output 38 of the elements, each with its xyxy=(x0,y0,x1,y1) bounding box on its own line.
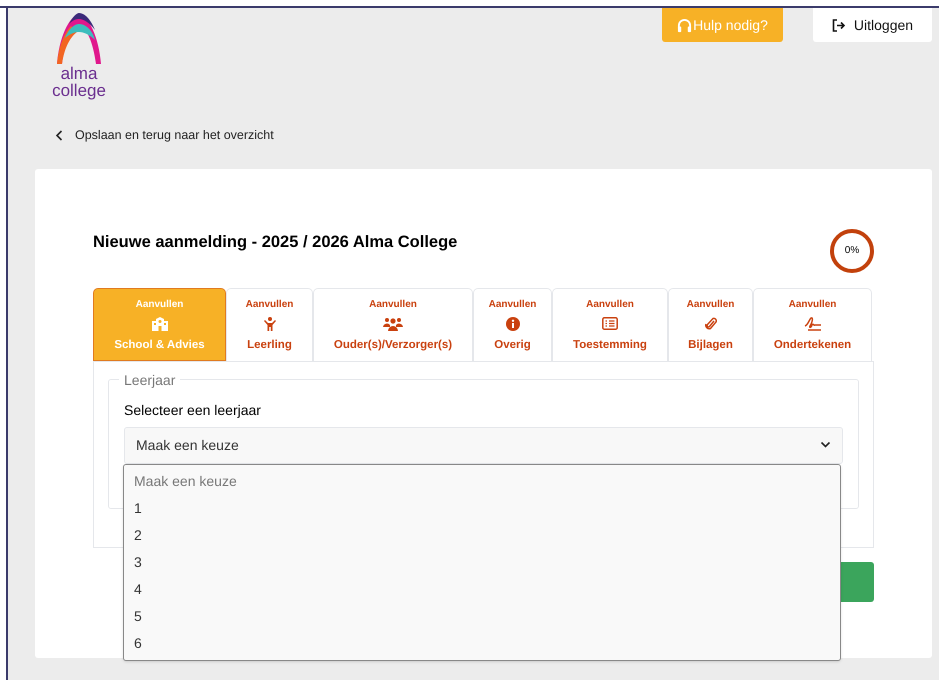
headphones-icon xyxy=(677,18,692,32)
step-tab[interactable]: Aanvullen Ondertekenen xyxy=(753,288,872,361)
progress-percentage: 0% xyxy=(844,244,860,258)
step-tab[interactable]: Aanvullen Leerling xyxy=(226,288,313,361)
logo-text: alma xyxy=(60,66,98,82)
dropdown-option[interactable]: 6 xyxy=(124,630,840,657)
step-status: Aanvullen xyxy=(369,298,417,311)
step-status: Aanvullen xyxy=(586,298,634,311)
step-tab[interactable]: Aanvullen Ouder(s)/Verzorger(s) xyxy=(313,288,473,361)
dropdown-option[interactable]: 4 xyxy=(124,576,840,603)
logout-button[interactable]: Uitloggen xyxy=(813,8,932,42)
dropdown-option[interactable]: 5 xyxy=(124,602,840,630)
dropdown-option[interactable]: 2 xyxy=(124,522,840,549)
dropdown-option[interactable]: 1 xyxy=(124,494,840,522)
step-tab[interactable]: Aanvullen Toestemming xyxy=(552,288,668,361)
people-icon xyxy=(383,316,403,331)
step-status: Aanvullen xyxy=(136,298,184,311)
info-icon xyxy=(506,316,520,331)
form-title: Nieuwe aanmelding - 2025 / 2026 Alma College xyxy=(93,232,458,253)
step-status: Aanvullen xyxy=(686,298,734,311)
dropdown-option[interactable]: 3 xyxy=(124,548,840,576)
chevron-left-icon xyxy=(55,130,63,141)
chevron-down-icon xyxy=(820,441,831,450)
step-status: Aanvullen xyxy=(246,298,294,311)
list-icon xyxy=(602,317,618,330)
step-tab[interactable]: Aanvullen Bijlagen xyxy=(668,288,753,361)
logo-text: college xyxy=(52,82,106,99)
step-status: Aanvullen xyxy=(488,298,536,311)
logout-icon xyxy=(832,18,846,32)
school-icon xyxy=(150,316,168,331)
step-status: Aanvullen xyxy=(788,298,836,311)
person-icon xyxy=(264,316,276,331)
select-field[interactable]: Maak een keuze xyxy=(124,426,843,464)
field-label: Selecteer een leerjaar xyxy=(124,402,261,419)
signature-icon xyxy=(804,316,822,331)
back-link[interactable]: Opslaan en terug naar het overzicht xyxy=(55,126,274,145)
step-tab[interactable]: Aanvullen Overig xyxy=(473,288,552,361)
paperclip-icon xyxy=(704,316,716,332)
